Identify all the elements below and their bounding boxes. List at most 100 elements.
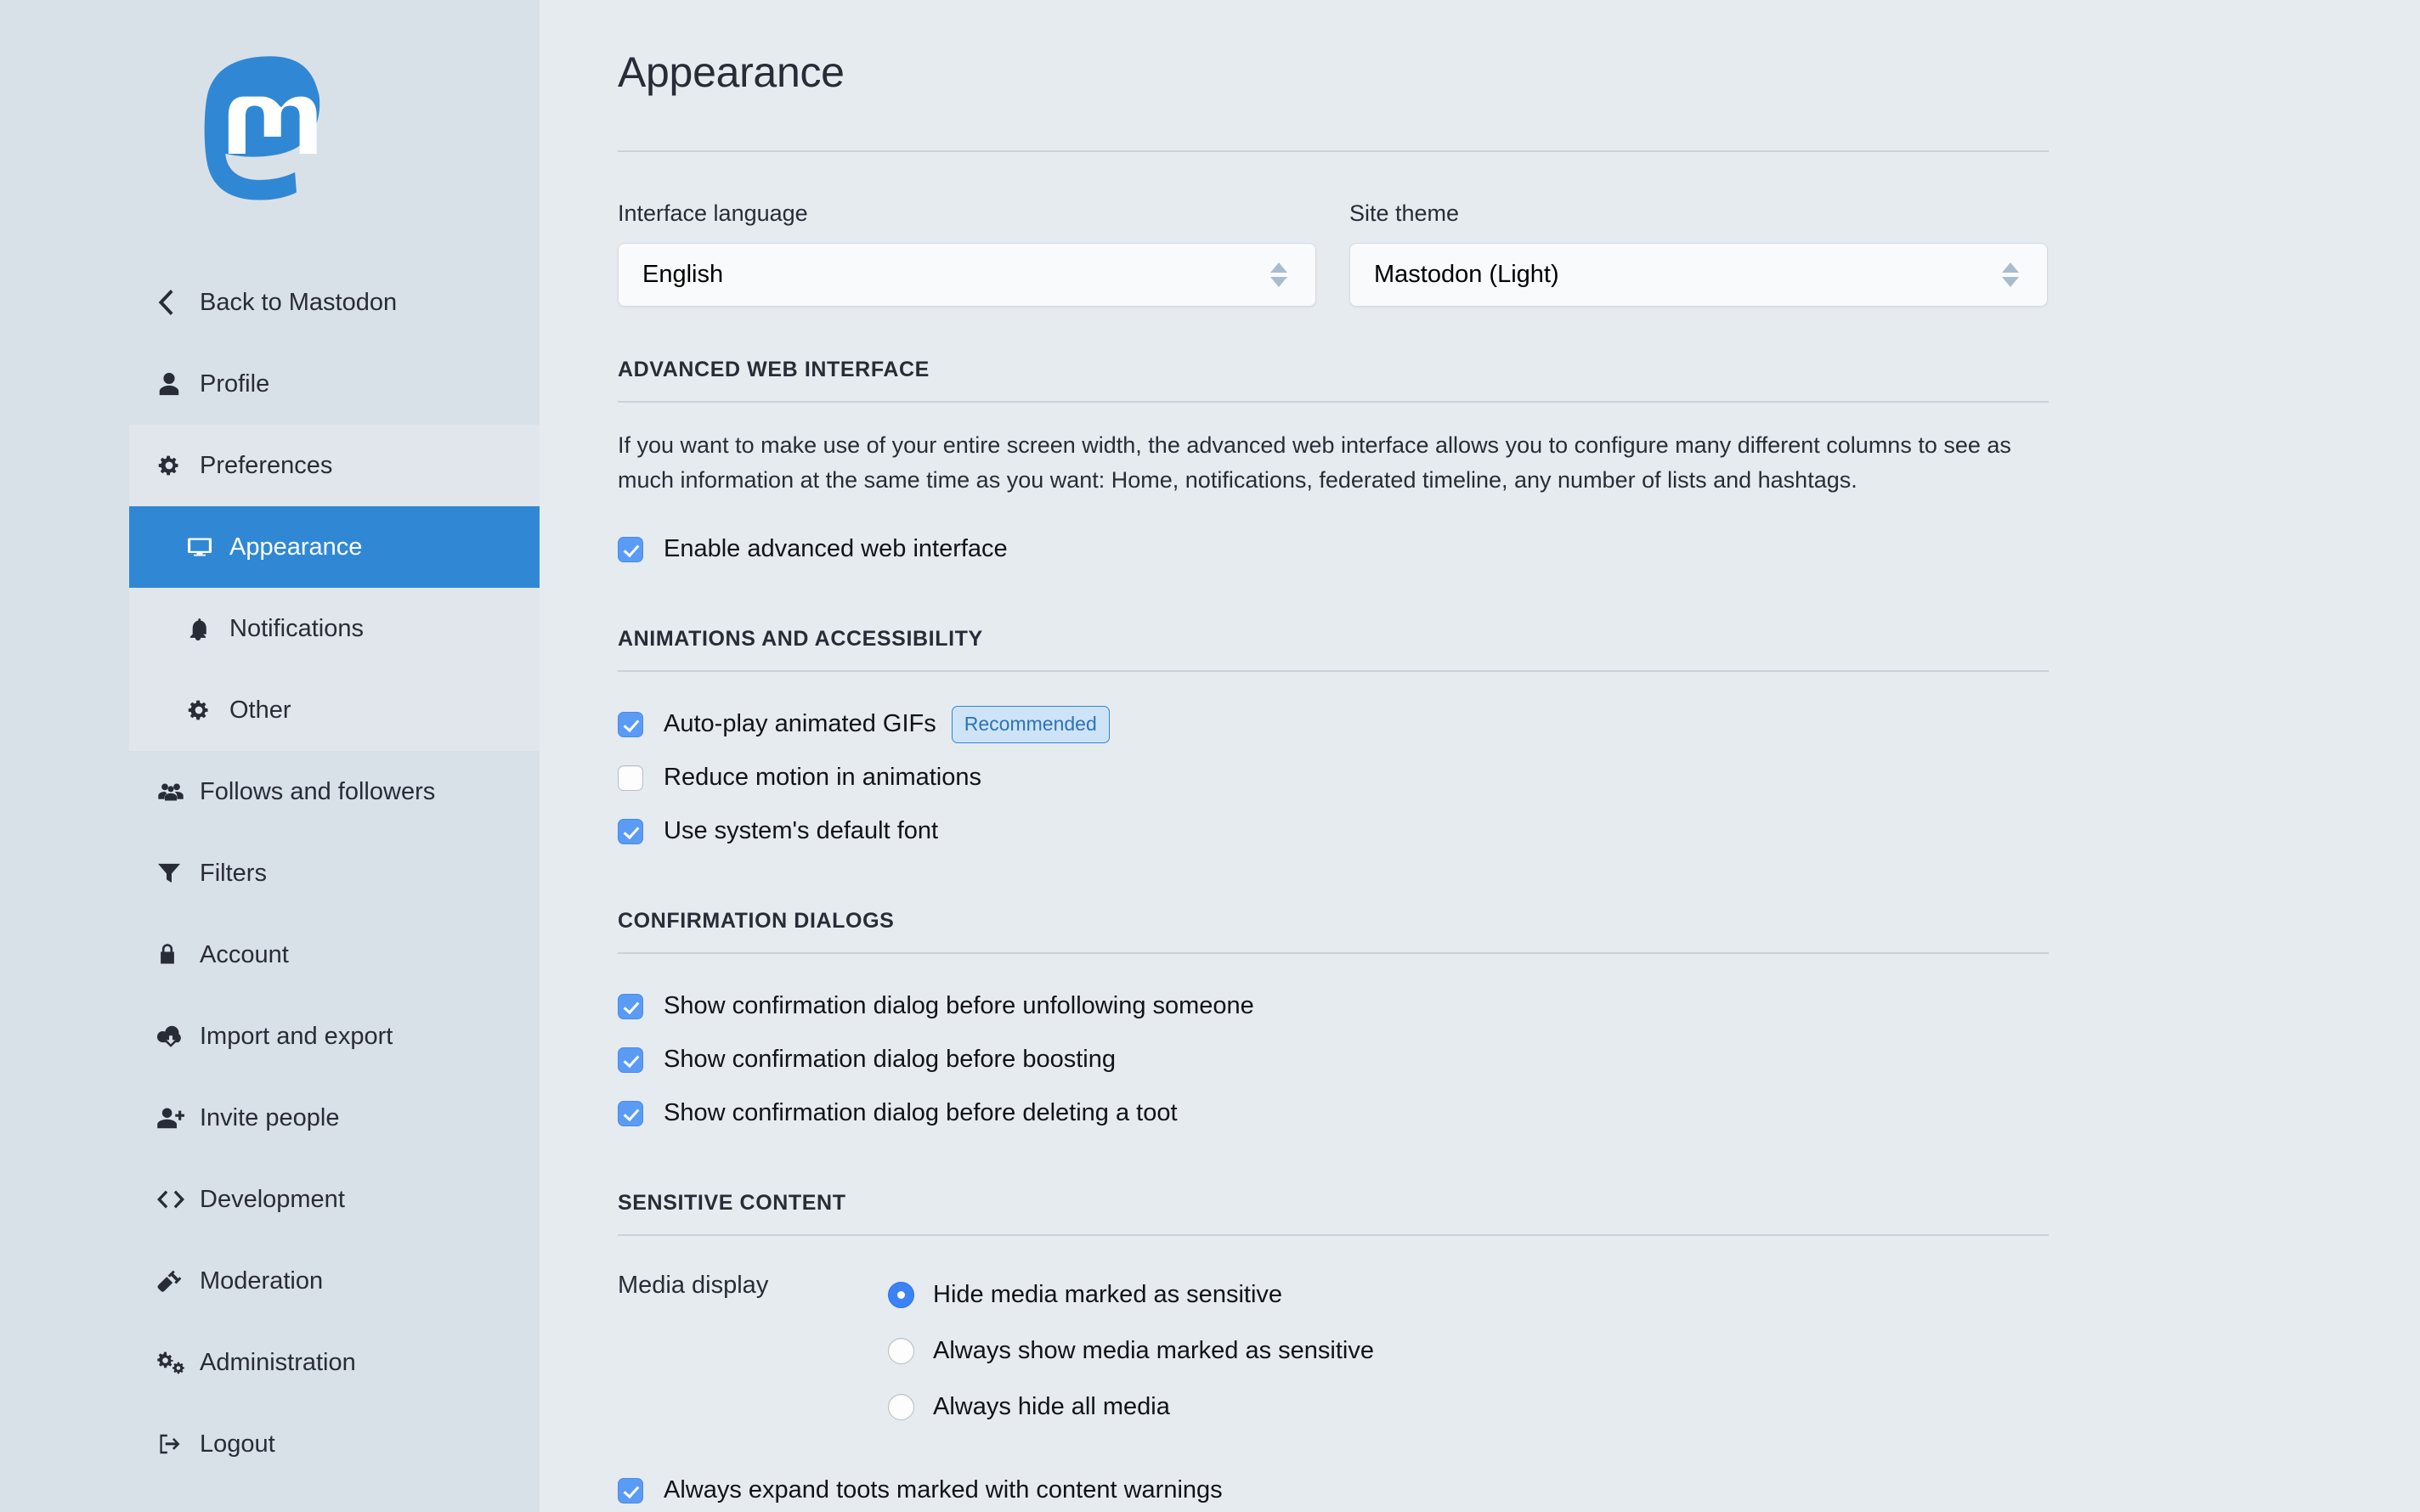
sidebar-item-appearance[interactable]: Appearance: [129, 506, 540, 588]
radio-row[interactable]: Always show media marked as sensitive: [888, 1323, 1374, 1379]
checkbox-checked-icon[interactable]: [618, 818, 643, 844]
radio-unselected-icon[interactable]: [888, 1393, 914, 1420]
lock-icon: [157, 943, 189, 967]
radio-row[interactable]: Hide media marked as sensitive: [888, 1267, 1374, 1323]
sidebar-item-label: Notifications: [229, 614, 364, 642]
sidebar-item-follows-and-followers[interactable]: Follows and followers: [0, 751, 540, 832]
bell-icon: [187, 617, 219, 640]
users-icon: [157, 780, 189, 804]
radio-row[interactable]: Always hide all media: [888, 1379, 1374, 1435]
sidebar-item-label: Preferences: [200, 451, 333, 479]
recommended-badge: Recommended: [951, 705, 1110, 743]
checkbox-checked-icon[interactable]: [618, 711, 643, 737]
sidebar: Back to Mastodon Profile Preferences App…: [0, 0, 540, 1512]
media-display-options: Hide media marked as sensitive Always sh…: [888, 1267, 1374, 1435]
user-icon: [157, 371, 189, 397]
section-divider: [618, 952, 2049, 955]
section-sensitive-content: Sensitive content Media display Hide med…: [618, 1191, 2147, 1512]
sidebar-item-label: Follows and followers: [200, 777, 436, 805]
sidebar-item-label: Filters: [200, 859, 267, 887]
sidebar-item-label: Back to Mastodon: [200, 288, 398, 316]
sensitive-options-list: Always expand toots marked with content …: [618, 1464, 2147, 1512]
sidebar-item-preferences[interactable]: Preferences: [129, 425, 540, 506]
checkbox-row[interactable]: Use system's default font: [618, 804, 2147, 858]
radio-label: Always show media marked as sensitive: [933, 1336, 1374, 1364]
checkbox-label: Show confirmation dialog before boosting: [664, 1046, 1116, 1074]
checkbox-row[interactable]: Show confirmation dialog before unfollow…: [618, 979, 2147, 1033]
section-heading: Advanced web interface: [618, 358, 930, 382]
sidebar-group-preferences: Preferences Appearance Notifications Oth…: [129, 425, 540, 751]
gavel-icon: [157, 1269, 189, 1293]
checkbox-checked-icon[interactable]: [618, 536, 643, 562]
media-display-legend: Media display: [618, 1272, 769, 1300]
filter-icon: [157, 862, 189, 884]
site-theme-select[interactable]: Mastodon (Light): [1349, 243, 2048, 307]
desktop-icon: [187, 535, 219, 559]
sidebar-item-label: Logout: [200, 1430, 275, 1458]
cloud-download-icon: [157, 1025, 189, 1047]
sidebar-item-import-and-export[interactable]: Import and export: [0, 996, 540, 1077]
checkbox-row[interactable]: Show confirmation dialog before boosting: [618, 1033, 2147, 1086]
page-title: Appearance: [618, 48, 845, 96]
sidebar-item-filters[interactable]: Filters: [0, 832, 540, 914]
interface-language-select[interactable]: English: [618, 243, 1316, 307]
sidebar-item-administration[interactable]: Administration: [0, 1322, 540, 1403]
sidebar-item-label: Account: [200, 940, 289, 968]
checkbox-checked-icon[interactable]: [618, 993, 643, 1019]
sidebar-item-label: Moderation: [200, 1267, 324, 1295]
site-theme-label: Site theme: [1349, 200, 1460, 226]
checkbox-unchecked-icon[interactable]: [618, 764, 643, 791]
mastodon-logo: [0, 0, 540, 255]
sidebar-item-development[interactable]: Development: [0, 1159, 540, 1240]
sidebar-item-moderation[interactable]: Moderation: [0, 1240, 540, 1322]
checkbox-checked-icon[interactable]: [618, 1100, 643, 1126]
site-theme-value: Mastodon (Light): [1374, 261, 1559, 289]
sign-out-icon: [157, 1432, 189, 1456]
sidebar-item-logout[interactable]: Logout: [0, 1403, 540, 1485]
mastodon-logo-icon: [204, 56, 319, 200]
sidebar-item-label: Development: [200, 1185, 345, 1213]
chevron-left-icon: [157, 290, 189, 315]
checkbox-row[interactable]: Show confirmation dialog before deleting…: [618, 1086, 2147, 1140]
checkbox-row[interactable]: Auto-play animated GIFs Recommended: [618, 697, 2147, 751]
sidebar-item-label: Import and export: [200, 1022, 393, 1050]
checkbox-row[interactable]: Enable advanced web interface: [618, 522, 2147, 576]
cogs-icon: [157, 1351, 189, 1374]
settings-fields-row: Interface language English Site theme Ma…: [618, 199, 2147, 307]
gear-icon: [157, 454, 189, 477]
section-heading: Animations and accessibility: [618, 627, 983, 652]
section-description: If you want to make use of your entire s…: [618, 432, 2011, 493]
interface-language-label: Interface language: [618, 200, 808, 226]
section-divider: [618, 670, 2049, 673]
sidebar-item-notifications[interactable]: Notifications: [129, 588, 540, 669]
section-advanced-web-interface: Advanced web interface If you want to ma…: [618, 358, 2147, 576]
sidebar-item-account[interactable]: Account: [0, 914, 540, 996]
checkbox-checked-icon[interactable]: [618, 1047, 643, 1073]
confirmation-options-list: Show confirmation dialog before unfollow…: [618, 979, 2147, 1140]
checkbox-checked-icon[interactable]: [618, 1477, 643, 1504]
radio-label: Hide media marked as sensitive: [933, 1280, 1283, 1308]
sidebar-item-label: Other: [229, 696, 291, 724]
advanced-options-list: Enable advanced web interface: [618, 522, 2147, 576]
radio-unselected-icon[interactable]: [888, 1337, 914, 1364]
sidebar-item-label: Profile: [200, 370, 270, 398]
sidebar-item-other[interactable]: Other: [129, 669, 540, 751]
sidebar-item-back[interactable]: Back to Mastodon: [0, 262, 540, 343]
select-spinner-icon: [1268, 262, 1290, 288]
sidebar-item-invite-people[interactable]: Invite people: [0, 1077, 540, 1159]
checkbox-label: Use system's default font: [664, 817, 939, 845]
section-divider: [618, 1234, 2049, 1237]
media-display-field: Media display Hide media marked as sensi…: [618, 1267, 2147, 1435]
radio-selected-icon[interactable]: [888, 1281, 914, 1308]
section-confirmation-dialogs: Confirmation dialogs Show confirmation d…: [618, 909, 2147, 1140]
radio-label: Always hide all media: [933, 1392, 1170, 1420]
title-divider: [618, 150, 2049, 152]
interface-language-field: Interface language English: [618, 199, 1316, 307]
sidebar-item-profile[interactable]: Profile: [0, 343, 540, 425]
checkbox-row[interactable]: Always expand toots marked with content …: [618, 1464, 2147, 1512]
section-animations-and-accessibility: Animations and accessibility Auto-play a…: [618, 627, 2147, 858]
section-heading: Sensitive content: [618, 1191, 846, 1216]
main-content: Appearance Interface language English Si…: [540, 0, 2420, 1512]
checkbox-label: Enable advanced web interface: [664, 535, 1008, 563]
checkbox-row[interactable]: Reduce motion in animations: [618, 751, 2147, 804]
